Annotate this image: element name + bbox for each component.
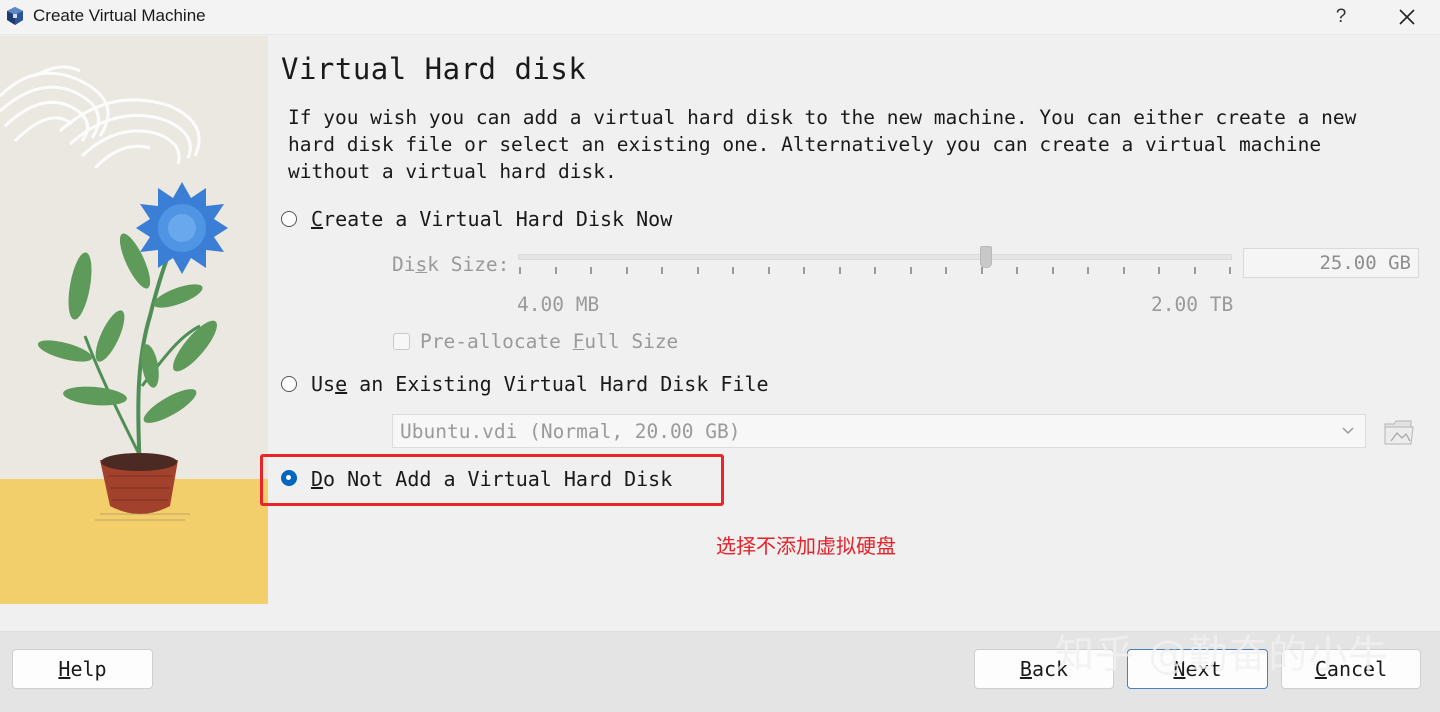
annotation-text: 选择不添加虚拟硬盘 [716,534,896,558]
close-icon[interactable] [1390,2,1422,32]
disk-size-input[interactable]: 25.00 GB [1243,248,1419,278]
slider-tick [803,267,805,274]
slider-tick [1229,267,1231,274]
help-button-mnemonic: H [58,657,71,681]
slider-tick [839,267,841,274]
help-button[interactable]: Help [12,649,153,689]
page-description: If you wish you can add a virtual hard d… [288,106,1357,183]
slider-tick [1052,267,1054,274]
slider-tick [590,267,592,274]
title-bar: Create Virtual Machine ? [0,0,1440,35]
create-disk-radio[interactable] [281,211,297,227]
plant-illustration [0,36,268,604]
preallocate-label-pre: Pre-allocate [420,330,573,353]
preallocate-label-rest: ull Size [584,330,679,353]
slider-tick [1016,267,1018,274]
help-button-label: elp [70,657,107,681]
help-icon[interactable]: ? [1326,2,1356,32]
disk-size-label-pre: Di [392,253,416,276]
disk-size-label-rest: k Size: [427,253,510,276]
disk-size-max-label: 2.00 TB [1151,293,1234,316]
disk-size-min-label: 4.00 MB [517,293,600,316]
slider-tick [1087,267,1089,274]
slider-tick [519,267,521,274]
disk-size-slider-handle[interactable] [980,246,992,268]
preallocate-label-mnemonic: F [572,330,585,353]
slider-tick [1123,267,1125,274]
slider-tick [697,267,699,274]
slider-tick [981,267,983,274]
back-button-mnemonic: B [1019,657,1032,681]
preallocate-checkbox[interactable] [393,333,410,350]
virtualbox-icon [7,7,23,25]
slider-tick [1194,267,1196,274]
slider-tick [910,267,912,274]
slider-tick [945,267,947,274]
folder-icon[interactable] [1383,415,1415,447]
create-disk-label-rest: reate a Virtual Hard Disk Now [323,207,673,231]
slider-tick [661,267,663,274]
window-title: Create Virtual Machine [33,6,206,25]
slider-tick [768,267,770,274]
watermark: 知乎 @勤奋的小牛 [1055,633,1389,678]
slider-tick [555,267,557,274]
disk-size-label-mnemonic: s [415,253,428,276]
use-existing-label[interactable]: Use an Existing Virtual Hard Disk File [311,372,769,396]
use-existing-label-mnemonic: e [335,372,348,396]
create-disk-label[interactable]: Create a Virtual Hard Disk Now [311,207,672,231]
use-existing-label-pre: Us [311,372,336,396]
disk-size-slider[interactable] [518,254,1232,260]
preallocate-label[interactable]: Pre-allocate Full Size [420,330,678,353]
disk-size-label: Disk Size: [392,253,509,276]
annotation-highlight-box [260,454,724,506]
use-existing-label-rest: an Existing Virtual Hard Disk File [347,372,769,396]
existing-disk-value: Ubuntu.vdi (Normal, 20.00 GB) [400,420,741,443]
existing-disk-select[interactable]: Ubuntu.vdi (Normal, 20.00 GB) [392,414,1366,448]
slider-tick [874,267,876,274]
slider-tick [732,267,734,274]
page-title: Virtual Hard disk [281,52,587,86]
slider-tick [1158,267,1160,274]
create-disk-label-mnemonic: C [311,207,324,231]
chevron-down-icon [1342,427,1354,435]
use-existing-radio[interactable] [281,376,297,392]
slider-tick [626,267,628,274]
